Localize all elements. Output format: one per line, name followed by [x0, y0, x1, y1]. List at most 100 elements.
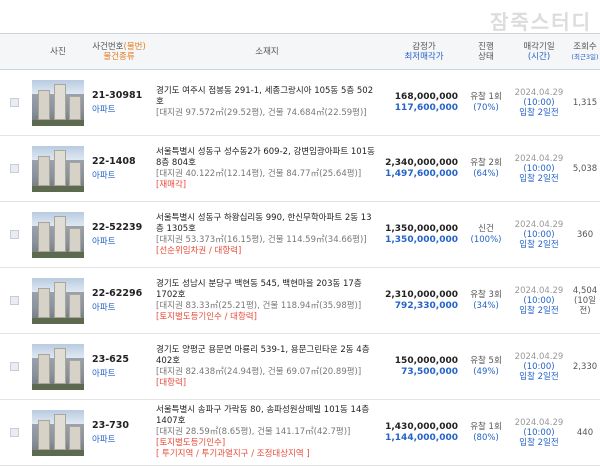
- property-detail: [대지권 82.438㎡(24.94평), 건물 69.07㎡(20.89평)]: [156, 366, 362, 377]
- sale-time: (10:00): [523, 427, 555, 438]
- header-views-sub: (최근3일): [571, 52, 599, 61]
- sale-date: 2024.04.29: [514, 417, 564, 428]
- property-address[interactable]: 서울특별시 성동구 성수동2가 609-2, 강변임광아파트 101동 8층 8…: [156, 147, 378, 169]
- header-photo: 사진: [28, 34, 88, 69]
- property-photo[interactable]: [32, 79, 84, 126]
- sale-time: (10:00): [523, 361, 555, 372]
- d-day: 입찰 2일전: [519, 371, 559, 382]
- price-percent: (34%): [473, 300, 499, 311]
- header-kind: 물건종류: [103, 51, 135, 62]
- table-row[interactable]: 22-1408 아파트 서울특별시 성동구 성수동2가 609-2, 강변임광아…: [0, 136, 600, 202]
- auction-status: 유찰 1회: [470, 421, 502, 432]
- view-count-sub: (10일전): [574, 295, 596, 316]
- property-kind: 아파트: [92, 237, 116, 247]
- header-views-label: 조회수: [573, 41, 597, 52]
- row-checkbox[interactable]: [9, 230, 19, 239]
- appraise-price: 2,340,000,000: [385, 157, 458, 168]
- case-number[interactable]: 22-52239: [88, 222, 150, 233]
- table-row[interactable]: 23-625 아파트 경기도 양평군 용문면 마룡리 539-1, 용문그린타운…: [0, 334, 600, 400]
- property-tags: [토지별도등기인수 / 대항력]: [156, 311, 257, 322]
- header-case-suffix: (물번): [123, 41, 146, 52]
- property-tags: [재매각]: [156, 179, 187, 190]
- property-detail: [대지권 53.373㎡(16.15평), 건물 114.59㎡(34.66평)…: [156, 234, 367, 245]
- d-day: 입찰 2일전: [519, 173, 559, 184]
- property-zone-tags: [ 투기지역 / 투기과열지구 / 조정대상지역 ]: [156, 449, 310, 459]
- sale-time: (10:00): [523, 97, 555, 108]
- header-time: (시간): [527, 51, 551, 62]
- row-checkbox[interactable]: [9, 98, 19, 107]
- watermark-text: 잠죽스터디: [490, 10, 592, 34]
- minimum-price: 73,500,000: [401, 366, 458, 377]
- price-percent: (49%): [473, 366, 499, 377]
- case-number[interactable]: 23-730: [88, 420, 150, 431]
- case-number[interactable]: 23-625: [88, 354, 150, 365]
- header-date[interactable]: 매각기일 (시간): [508, 34, 570, 69]
- sale-time: (10:00): [523, 163, 555, 174]
- property-photo[interactable]: [32, 211, 84, 258]
- header-minimum: 최저매각가: [404, 51, 444, 62]
- property-photo[interactable]: [32, 277, 84, 324]
- header-status[interactable]: 진행 상태: [464, 34, 508, 69]
- header-address-label: 소재지: [255, 46, 279, 57]
- minimum-price: 792,330,000: [394, 300, 458, 311]
- sale-date: 2024.04.29: [514, 87, 564, 98]
- property-photo[interactable]: [32, 343, 84, 390]
- header-sale-date: 매각기일: [523, 41, 555, 52]
- row-checkbox[interactable]: [9, 428, 19, 437]
- property-address[interactable]: 서울특별시 송파구 가락동 80, 송파성원상떼빌 101동 14층 1407호: [156, 405, 378, 427]
- property-detail: [대지권 97.572㎡(29.52평), 건물 74.684㎡(22.59평)…: [156, 108, 367, 118]
- row-checkbox[interactable]: [9, 164, 19, 173]
- case-number[interactable]: 22-1408: [88, 156, 150, 167]
- header-progress: 진행: [478, 41, 494, 52]
- table-row[interactable]: 23-730 아파트 서울특별시 송파구 가락동 80, 송파성원상떼빌 101…: [0, 400, 600, 466]
- price-percent: (70%): [473, 102, 499, 113]
- auction-list-table: 사진 사건번호(물번) 물건종류 소재지 감정가 최저매각가 진행 상태 매각기…: [0, 33, 600, 466]
- sale-date: 2024.04.29: [514, 219, 564, 230]
- d-day: 입찰 2일전: [519, 437, 559, 448]
- auction-status: 유찰 3회: [470, 289, 502, 300]
- price-percent: (80%): [473, 432, 499, 443]
- view-count: 360: [576, 229, 594, 240]
- property-address[interactable]: 경기도 성남시 분당구 백현동 545, 백현마을 203동 17층 1702호: [156, 279, 378, 301]
- header-price[interactable]: 감정가 최저매각가: [384, 34, 464, 69]
- property-kind: 아파트: [92, 171, 116, 181]
- auction-status: 유찰 1회: [470, 91, 502, 102]
- minimum-price: 1,497,600,000: [385, 168, 458, 179]
- property-detail: [대지권 28.59㎡(8.65평), 건물 141.17㎡(42.7평)]: [156, 427, 351, 437]
- property-photo[interactable]: [32, 145, 84, 192]
- header-views[interactable]: 조회수 (최근3일): [570, 34, 600, 69]
- table-row[interactable]: 21-30981 아파트 경기도 여주시 점봉동 291-1, 세종그랑시아 1…: [0, 70, 600, 136]
- minimum-price: 1,350,000,000: [385, 234, 458, 245]
- case-number[interactable]: 22-62296: [88, 288, 150, 299]
- price-percent: (100%): [470, 234, 502, 245]
- property-detail: [대지권 83.33㎡(25.21평), 건물 118.94㎡(35.98평)]: [156, 300, 362, 311]
- property-address[interactable]: 경기도 양평군 용문면 마룡리 539-1, 용문그린타운 2동 4층 402호: [156, 345, 378, 367]
- d-day: 입찰 2일전: [519, 239, 559, 250]
- header-appraise: 감정가: [412, 41, 436, 52]
- price-percent: (64%): [473, 168, 499, 179]
- view-count: 4,504: [572, 285, 598, 296]
- property-tags: [대항력]: [156, 377, 187, 388]
- appraise-price: 1,350,000,000: [385, 223, 458, 234]
- row-checkbox[interactable]: [9, 296, 19, 305]
- case-number[interactable]: 21-30981: [88, 90, 150, 101]
- property-photo[interactable]: [32, 409, 84, 456]
- property-kind: 아파트: [92, 369, 116, 379]
- appraise-price: 1,430,000,000: [385, 421, 458, 432]
- table-row[interactable]: 22-62296 아파트 경기도 성남시 분당구 백현동 545, 백현마을 2…: [0, 268, 600, 334]
- property-kind: 아파트: [92, 303, 116, 313]
- auction-status: 유찰 2회: [470, 157, 502, 168]
- view-count: 440: [576, 427, 594, 438]
- d-day: 입찰 2일전: [519, 305, 559, 316]
- property-address[interactable]: 경기도 여주시 점봉동 291-1, 세종그랑시아 105동 5층 502호: [156, 86, 378, 108]
- view-count: 5,038: [572, 163, 598, 174]
- view-count: 2,330: [572, 361, 598, 372]
- property-address[interactable]: 서울특별시 성동구 하왕십리동 990, 한신무학아파트 2동 13층 1305…: [156, 213, 378, 235]
- d-day: 입찰 2일전: [519, 107, 559, 118]
- header-state: 상태: [478, 51, 494, 62]
- header-case-label: 사건번호(물번): [92, 42, 146, 52]
- row-checkbox[interactable]: [9, 362, 19, 371]
- header-case[interactable]: 사건번호(물번) 물건종류: [88, 34, 150, 69]
- property-tags: [선순위임차권 / 대항력]: [156, 245, 242, 256]
- table-row[interactable]: 22-52239 아파트 서울특별시 성동구 하왕십리동 990, 한신무학아파…: [0, 202, 600, 268]
